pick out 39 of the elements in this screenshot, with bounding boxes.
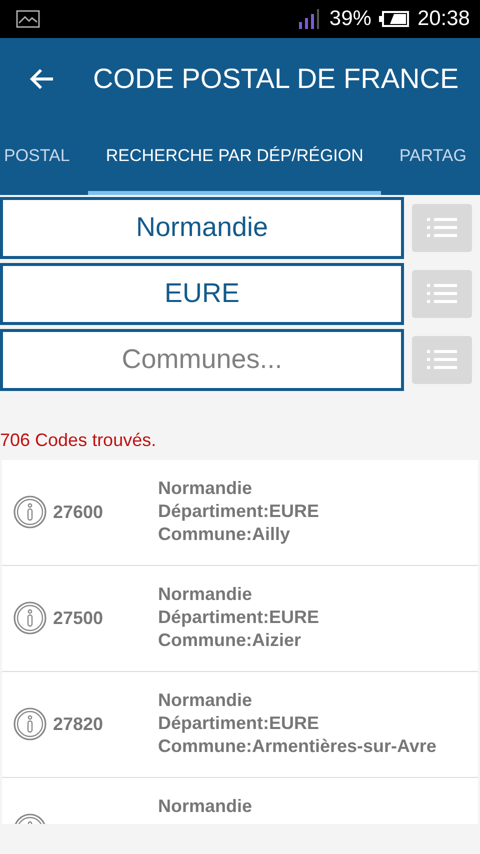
commune-text: Commune:Ailly xyxy=(158,523,292,546)
result-row[interactable]: 27500 Normandie Départiment:EURE Commune:Aizier xyxy=(2,566,478,672)
region-text: Normandie xyxy=(158,583,254,606)
list-icon xyxy=(427,348,457,372)
info-icon xyxy=(13,601,47,635)
list-button[interactable] xyxy=(412,204,472,252)
battery-icon xyxy=(379,11,410,27)
result-row[interactable]: 27600 Normandie Départiment:EURE Commune:Ailly xyxy=(2,460,478,566)
info-icon xyxy=(13,495,47,529)
result-row[interactable]: Normandie xyxy=(2,778,478,824)
postal-code: 27500 xyxy=(53,608,104,628)
postal-code: 27600 xyxy=(53,502,104,522)
list-button[interactable] xyxy=(412,336,472,384)
back-arrow-icon[interactable] xyxy=(29,68,55,90)
list-icon xyxy=(427,216,457,240)
search-field[interactable]: Communes... xyxy=(0,328,404,390)
image-icon xyxy=(16,10,40,28)
department-text: Départiment:EURE xyxy=(158,712,320,735)
commune-text: Commune:Aizier xyxy=(158,629,302,652)
clock: 20:38 xyxy=(417,7,470,31)
battery-percent: 39% xyxy=(329,7,372,31)
postal-code: 27820 xyxy=(53,714,104,734)
region-text: Normandie xyxy=(158,689,254,712)
result-count: 706 Codes trouvés. xyxy=(0,430,158,451)
info-icon xyxy=(13,707,47,741)
region-text: Normandie xyxy=(158,477,254,500)
region-text: Normandie xyxy=(158,795,252,818)
tab[interactable]: POSTAL xyxy=(0,120,88,195)
commune-text: Commune:Armentières-sur-Avre xyxy=(158,735,436,758)
signal-icon xyxy=(297,8,322,30)
list-icon xyxy=(427,282,457,306)
tab[interactable]: PARTAG xyxy=(381,120,480,195)
dropdown-field[interactable]: EURE xyxy=(0,262,404,324)
app-title: CODE POSTAL DE FRANCE xyxy=(93,63,459,95)
department-text: Départiment:EURE xyxy=(158,606,320,629)
list-button[interactable] xyxy=(412,270,472,318)
department-text: Départiment:EURE xyxy=(158,500,320,523)
dropdown-field[interactable]: Normandie xyxy=(0,196,404,258)
result-row[interactable]: 27820 Normandie Départiment:EURE Commune:Armentières-sur-Avre xyxy=(2,672,478,778)
